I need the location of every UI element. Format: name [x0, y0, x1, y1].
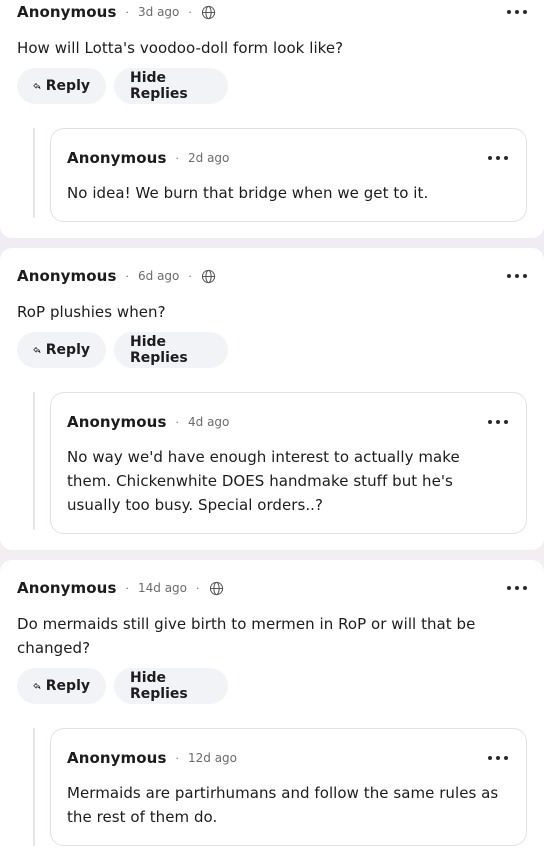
reply-button[interactable]: Reply — [17, 68, 106, 104]
comment-author[interactable]: Anonymous — [17, 267, 117, 285]
reply-arrow-icon — [33, 346, 41, 354]
comment-card: Anonymous · 3d ago · How will Lotta's vo… — [0, 0, 544, 238]
thread-line[interactable] — [33, 392, 35, 530]
globe-icon — [201, 5, 215, 19]
reply-text: No way we'd have enough interest to actu… — [67, 448, 460, 514]
comment-timestamp: 3d ago — [138, 5, 180, 19]
reply-header: Anonymous · 12d ago — [67, 747, 508, 769]
more-options-icon[interactable] — [507, 579, 527, 597]
thread-line[interactable] — [33, 728, 35, 846]
comment-author[interactable]: Anonymous — [17, 3, 117, 21]
reply-card: Anonymous · 12d ago Mermaids are partirh… — [50, 728, 527, 846]
reply-button[interactable]: Reply — [17, 668, 106, 704]
more-options-icon[interactable] — [507, 267, 527, 285]
comment-header: Anonymous · 6d ago · — [17, 265, 527, 287]
hide-replies-label: Hide Replies — [130, 670, 188, 702]
more-options-icon[interactable] — [488, 749, 508, 767]
hide-replies-label: Hide Replies — [130, 334, 188, 366]
comment-actions: Reply Hide Replies — [17, 332, 228, 368]
comment-timestamp: 14d ago — [138, 581, 188, 595]
reply-author[interactable]: Anonymous — [67, 149, 167, 167]
comment-text: Do mermaids still give birth to mermen i… — [17, 615, 476, 657]
reply-timestamp: 2d ago — [188, 151, 230, 165]
reply-button[interactable]: Reply — [17, 332, 106, 368]
comment-actions: Reply Hide Replies — [17, 68, 228, 104]
comment-text: How will Lotta's voodoo-doll form look l… — [17, 39, 344, 57]
separator: · — [125, 581, 130, 595]
comment-card: Anonymous · 14d ago · Do mermaids still … — [0, 560, 544, 863]
comment-text: RoP plushies when? — [17, 303, 166, 321]
reply-label: Reply — [45, 678, 90, 694]
reply-author[interactable]: Anonymous — [67, 749, 167, 767]
reply-arrow-icon — [33, 682, 41, 690]
reply-text: Mermaids are partirhumans and follow the… — [67, 784, 499, 826]
hide-replies-label: Hide Replies — [130, 70, 188, 102]
comment-header: Anonymous · 14d ago · — [17, 577, 527, 599]
comment-feed: Anonymous · 3d ago · How will Lotta's vo… — [0, 0, 544, 863]
separator: · — [188, 5, 192, 19]
reply-text: No idea! We burn that bridge when we get… — [67, 184, 429, 202]
separator: · — [196, 581, 200, 595]
reply-author[interactable]: Anonymous — [67, 413, 167, 431]
more-options-icon[interactable] — [488, 413, 508, 431]
hide-replies-button[interactable]: Hide Replies — [114, 332, 228, 368]
reply-card: Anonymous · 4d ago No way we'd have enou… — [50, 392, 527, 534]
reply-arrow-icon — [33, 82, 41, 90]
comment-actions: Reply Hide Replies — [17, 668, 228, 704]
comment-card: Anonymous · 6d ago · RoP plushies when? … — [0, 248, 544, 550]
more-options-icon[interactable] — [488, 149, 508, 167]
separator: · — [125, 5, 130, 19]
more-options-icon[interactable] — [507, 3, 527, 21]
hide-replies-button[interactable]: Hide Replies — [114, 668, 228, 704]
separator: · — [175, 751, 180, 765]
comment-timestamp: 6d ago — [138, 269, 180, 283]
reply-label: Reply — [45, 78, 90, 94]
comment-author[interactable]: Anonymous — [17, 579, 117, 597]
globe-icon — [201, 269, 215, 283]
reply-card: Anonymous · 2d ago No idea! We burn that… — [50, 128, 527, 222]
hide-replies-button[interactable]: Hide Replies — [114, 68, 228, 104]
reply-header: Anonymous · 2d ago — [67, 147, 508, 169]
reply-header: Anonymous · 4d ago — [67, 411, 508, 433]
separator: · — [188, 269, 192, 283]
globe-icon — [209, 581, 223, 595]
reply-timestamp: 4d ago — [188, 415, 230, 429]
separator: · — [175, 151, 180, 165]
comment-header: Anonymous · 3d ago · — [17, 1, 527, 23]
thread-line[interactable] — [33, 128, 35, 218]
separator: · — [175, 415, 180, 429]
separator: · — [125, 269, 130, 283]
reply-label: Reply — [45, 342, 90, 358]
reply-timestamp: 12d ago — [188, 751, 238, 765]
